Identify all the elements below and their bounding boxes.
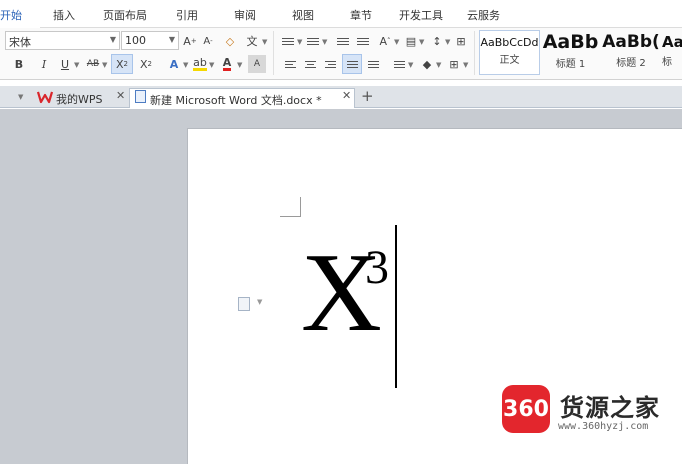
close-icon[interactable]: ✕ — [116, 89, 125, 102]
font-size-select[interactable]: 100 ▼ — [121, 31, 179, 50]
tab-review[interactable]: 审阅 — [234, 7, 256, 23]
align-right-icon[interactable] — [321, 55, 339, 73]
character-shading-icon[interactable]: A — [248, 55, 266, 73]
style-preview: Aa — [662, 33, 682, 51]
increase-indent-icon[interactable] — [354, 32, 372, 50]
tab-document[interactable]: 新建 Microsoft Word 文档.docx * — [129, 88, 355, 108]
chevron-down-icon[interactable]: ▼ — [297, 38, 302, 46]
document-text-superscript[interactable]: 3 — [365, 244, 389, 292]
superscript-button[interactable]: X2 — [111, 54, 133, 74]
bullet-list-icon[interactable] — [279, 32, 297, 50]
style-heading-3[interactable]: Aa 标 — [662, 30, 682, 75]
watermark-badge-text: 360 — [503, 396, 549, 422]
tab-view[interactable]: 视图 — [292, 7, 314, 23]
highlight-color-icon[interactable]: ab — [191, 55, 209, 73]
subscript-button[interactable]: X2 — [137, 55, 155, 73]
ribbon-tab-bar: 开始 插入 页面布局 引用 审阅 视图 章节 开发工具 云服务 — [0, 0, 682, 29]
numbered-list-icon[interactable] — [304, 32, 322, 50]
text-cursor — [395, 225, 397, 388]
style-heading-1[interactable]: AaBb 标题 1 — [541, 30, 600, 75]
text-direction-icon[interactable]: A ˄ — [376, 32, 394, 50]
watermark-url: www.360hyzj.com — [558, 421, 649, 432]
sort-icon[interactable]: ↕ — [428, 32, 446, 50]
tab-page-layout[interactable]: 页面布局 — [103, 7, 147, 23]
ribbon-separator — [273, 31, 274, 75]
line-spacing-icon[interactable] — [390, 55, 408, 73]
chevron-down-icon[interactable]: ▼ — [322, 38, 327, 46]
align-left-icon[interactable] — [281, 55, 299, 73]
font-family-value: 宋体 — [9, 36, 31, 49]
tab-cloud-service[interactable]: 云服务 — [467, 7, 500, 23]
chevron-down-icon[interactable]: ▼ — [394, 38, 399, 46]
style-preview: AaBb( — [602, 32, 660, 52]
justify-icon[interactable] — [342, 54, 362, 74]
document-tab-strip: ▼ 我的WPS ✕ 新建 Microsoft Word 文档.docx * ✕ … — [0, 86, 682, 108]
chevron-down-icon[interactable]: ▼ — [262, 38, 267, 46]
chinese-layout-icon[interactable]: ▤ — [402, 32, 420, 50]
shrink-font-button[interactable]: A- — [199, 32, 217, 50]
tab-home[interactable]: 开始 — [0, 0, 40, 29]
chevron-down-icon[interactable]: ▼ — [408, 61, 413, 69]
close-icon[interactable]: ✕ — [342, 89, 351, 102]
align-center-icon[interactable] — [301, 55, 319, 73]
chevron-down-icon[interactable]: ▼ — [74, 61, 79, 69]
chevron-down-icon[interactable]: ▼ — [463, 61, 468, 69]
decrease-indent-icon[interactable] — [334, 32, 352, 50]
chevron-down-icon[interactable]: ▼ — [209, 61, 214, 69]
style-name: 标题 1 — [555, 59, 586, 70]
ribbon-separator — [474, 31, 475, 75]
margin-corner-mark — [280, 197, 301, 217]
chevron-down-icon[interactable]: ▼ — [419, 38, 424, 46]
style-name: 正文 — [499, 55, 520, 66]
watermark-title: 货源之家 — [560, 394, 660, 422]
underline-button[interactable]: U — [56, 55, 74, 73]
border-icon[interactable]: ⊞ — [445, 55, 463, 73]
strikethrough-button[interactable]: AB — [84, 55, 102, 73]
style-preview: AaBbCcDd — [480, 36, 539, 49]
distributed-align-icon[interactable] — [364, 55, 382, 73]
font-size-value: 100 — [125, 34, 146, 47]
phonetic-guide-icon[interactable]: 文 — [243, 32, 261, 50]
chevron-down-icon[interactable]: ▼ — [237, 61, 242, 69]
bold-button[interactable]: B — [10, 55, 28, 73]
clear-format-icon[interactable]: ◇ — [221, 32, 239, 50]
word-document-icon — [135, 90, 146, 103]
tab-insert[interactable]: 插入 — [53, 7, 75, 23]
ribbon-home-panel: 宋体 ▼ 100 ▼ A + A- ◇ 文 ▼ ▼ ▼ A ˄ ▼ ▤ ▼ ↕ ▼ … — [0, 28, 682, 80]
italic-button[interactable]: I — [35, 55, 53, 73]
table-insert-icon[interactable]: ⊞ — [452, 32, 470, 50]
grow-font-button[interactable]: A + — [181, 32, 199, 50]
tab-section[interactable]: 章节 — [350, 7, 372, 23]
paragraph-layout-icon[interactable] — [238, 297, 250, 311]
style-name: 标 — [662, 57, 672, 68]
chevron-down-icon[interactable]: ▼ — [102, 61, 107, 69]
tab-references[interactable]: 引用 — [176, 7, 198, 23]
chevron-down-icon: ▼ — [109, 35, 116, 44]
document-tab-label: 新建 Microsoft Word 文档.docx * — [150, 94, 322, 107]
paragraph-shading-icon[interactable]: ◆ — [418, 55, 436, 73]
tab-my-wps[interactable]: 我的WPS — [50, 88, 109, 108]
style-name: 标题 2 — [616, 58, 646, 69]
chevron-down-icon: ▼ — [168, 35, 175, 44]
font-color-icon[interactable]: A — [218, 55, 236, 73]
style-heading-2[interactable]: AaBb( 标题 2 — [601, 30, 661, 75]
watermark-360-logo: 360 — [502, 385, 550, 433]
chevron-down-icon[interactable]: ▼ — [436, 61, 441, 69]
chevron-down-icon[interactable]: ▼ — [257, 298, 262, 306]
style-normal[interactable]: AaBbCcDd 正文 — [479, 30, 540, 75]
tab-developer[interactable]: 开发工具 — [399, 7, 443, 23]
chevron-down-icon[interactable]: ▼ — [445, 38, 450, 46]
text-effect-icon[interactable]: A — [165, 55, 183, 73]
style-preview: AaBb — [542, 31, 599, 53]
chevron-down-icon[interactable]: ▼ — [183, 61, 188, 69]
font-family-select[interactable]: 宋体 ▼ — [5, 31, 120, 50]
chevron-down-icon[interactable]: ▼ — [18, 93, 23, 101]
new-tab-icon[interactable]: + — [361, 87, 374, 105]
